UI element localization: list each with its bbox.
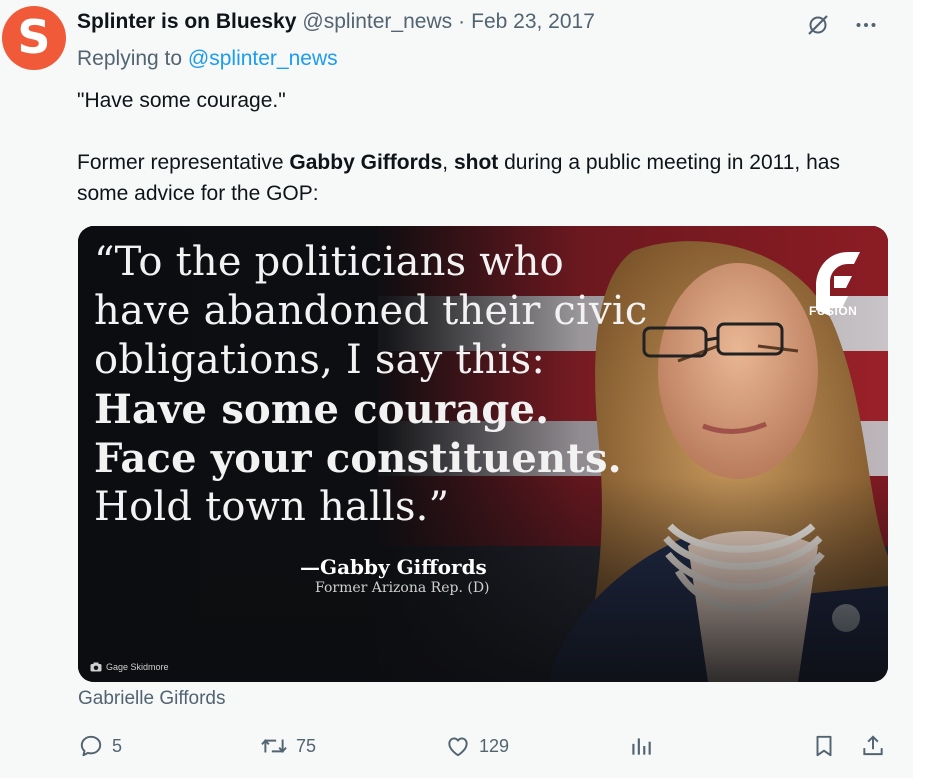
text-segment: Former representative [77,151,290,174]
repost-icon [261,739,287,753]
fusion-logo-text: FUSION [809,304,858,318]
action-bar: 5 75 129 [78,733,890,763]
tweet-line-1: "Have some courage." [77,89,286,112]
quote-line: have abandoned their civic [94,288,648,334]
bookmark-button[interactable] [811,733,837,759]
like-button[interactable]: 129 [445,733,509,759]
tweet-header: Splinter is on Bluesky @splinter_news · … [77,10,595,34]
reply-count: 5 [112,735,123,756]
quote-line-bold: Have some courage. [94,386,550,433]
share-icon [863,735,883,756]
camera-icon [90,662,102,672]
image-caption: Gabrielle Giffords [78,688,226,709]
grok-icon[interactable] [805,12,831,38]
tweet-date[interactable]: Feb 23, 2017 [471,10,595,34]
header-separator: · [458,10,466,33]
quote-line: “To the politicians who [94,239,564,285]
replying-handle-link[interactable]: @splinter_news [188,47,338,70]
avatar-letter: S [17,10,51,64]
replying-prefix: Replying to [77,47,183,70]
more-icon[interactable] [853,12,879,38]
replying-to: Replying to @splinter_news [77,47,338,71]
share-button[interactable] [860,733,886,759]
tweet-paragraph-2: Former representative Gabby Giffords, sh… [77,147,877,209]
quote-line: obligations, I say this: [94,337,546,383]
bold-word: shot [453,151,499,174]
bookmark-icon [816,735,832,757]
tweet-card: S Splinter is on Bluesky @splinter_news … [0,0,913,778]
reply-icon [80,735,102,757]
avatar[interactable]: S [2,6,66,70]
quote-attribution: —Gabby Giffords [300,555,487,579]
quote-line-bold: Face your constituents. [94,435,622,482]
repost-button[interactable]: 75 [260,733,316,759]
reply-button[interactable]: 5 [78,733,122,759]
photo-credit-text: Gage Skidmore [106,662,169,672]
scroll-gutter [913,0,936,778]
views-button[interactable] [628,733,654,759]
like-count: 129 [479,735,510,756]
text-segment: , [442,151,454,174]
quote-text: “To the politicians who have abandoned t… [94,238,647,532]
repost-count: 75 [296,735,317,756]
analytics-icon [632,738,651,755]
quote-line: Hold town halls.” [94,484,450,530]
tweet-text: "Have some courage." Former representati… [77,85,877,240]
heart-icon [448,737,468,757]
quote-attribution-subtitle: Former Arizona Rep. (D) [315,580,490,596]
bold-name: Gabby Giffords [289,151,443,174]
author-handle[interactable]: @splinter_news [302,10,452,34]
top-actions [805,12,879,38]
photo-credit: Gage Skidmore [90,662,169,672]
tweet-image[interactable]: “To the politicians who have abandoned t… [78,226,888,682]
display-name[interactable]: Splinter is on Bluesky [77,10,296,34]
